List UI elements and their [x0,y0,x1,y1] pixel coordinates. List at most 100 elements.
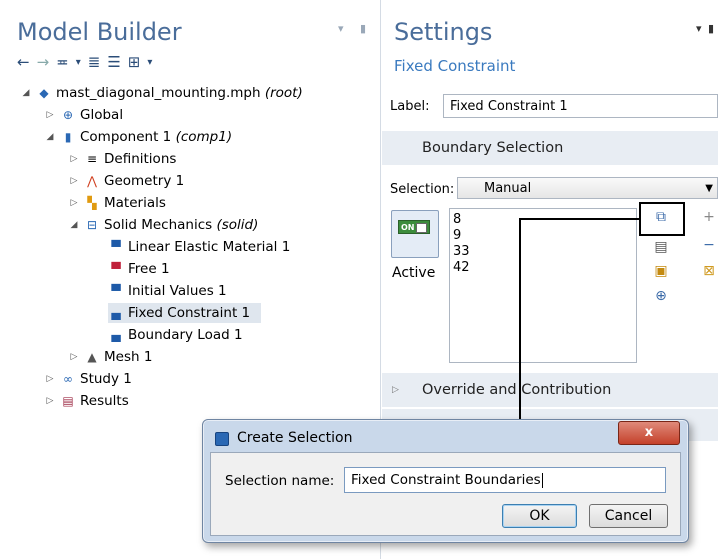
dialog-body: Selection name: Fixed Constraint Boundar… [210,452,681,536]
tree-node[interactable]: ▀ Linear Elastic Material 1 [108,237,290,257]
chevron-down-icon: ▼ [705,182,713,194]
active-label: Active [392,265,436,281]
override-contribution-section[interactable]: ▷ Override and Contribution [382,373,718,407]
materials-icon: ▚ [87,196,97,210]
dialog-title: Create Selection [237,430,353,446]
pin-icon[interactable]: ▮ [708,22,714,35]
collapse-toggle-icon[interactable]: ◢ [44,132,56,142]
ok-button[interactable]: OK [502,504,577,528]
expand-toggle-icon[interactable]: ▷ [44,396,56,406]
copy-icon[interactable]: ▤ [652,238,670,256]
tree-node-label: Component 1 [80,129,172,145]
paste-icon[interactable]: ▣ [652,262,670,280]
tree-node[interactable]: ▷ ▤ Results [44,391,129,411]
component-icon: ▮ [64,130,72,144]
tree-node-tag: (comp1) [175,129,233,145]
boundary-list[interactable]: 8 9 33 42 [449,208,637,363]
expand-toggle-icon[interactable]: ▷ [44,110,56,120]
expand-toggle-icon[interactable]: ▷ [68,176,80,186]
selection-name-label: Selection name: [225,473,335,489]
remove-icon[interactable]: − [700,236,718,254]
list-item[interactable]: 8 [450,212,636,228]
dropdown-icon[interactable]: ▾ [76,57,81,68]
dropdown-icon[interactable]: ▾ [147,57,152,68]
globe-icon: ⊕ [62,108,74,122]
list-item[interactable]: 9 [450,228,636,244]
material-node-icon: ▀ [111,240,121,254]
tree-node[interactable]: ▷ ▚ Materials [68,193,166,213]
add-icon[interactable]: + [700,208,718,226]
close-button[interactable]: x [618,421,680,445]
tree-node-selected[interactable]: ▄ Fixed Constraint 1 [108,303,261,323]
tree-node[interactable]: ◢ ⊟ Solid Mechanics (solid) [68,215,259,235]
back-arrow-icon[interactable]: ← [17,53,30,71]
tree-node[interactable]: ▀ Initial Values 1 [108,281,227,301]
model-builder-title: Model Builder [17,18,182,46]
tree-node-label: Global [80,107,124,123]
settings-title: Settings [394,18,493,46]
free-icon: ▀ [111,262,121,276]
tree-node-label: Solid Mechanics [104,217,213,233]
panel-menu-icon[interactable]: ▾ [338,22,344,35]
callout-line [519,218,639,220]
active-toggle-button[interactable]: ON [391,210,439,258]
settings-subtitle: Fixed Constraint [394,57,516,75]
boundary-node-icon: ▄ [111,328,121,342]
expand-toggle-icon[interactable]: ▷ [68,352,80,362]
forward-arrow-icon[interactable]: → [37,53,50,71]
tree-node[interactable]: ▷ ⊕ Global [44,105,124,125]
cancel-button[interactable]: Cancel [589,504,668,528]
tree-options-icon[interactable]: ⊞ [128,53,141,71]
root-icon: ◆ [39,86,49,100]
tree-node-label: Fixed Constraint 1 [128,305,251,321]
expand-icon[interactable]: ☰ [107,53,120,71]
list-item[interactable]: 33 [450,244,636,260]
section-title: Override and Contribution [422,382,612,398]
pin-icon[interactable]: ▮ [360,22,366,35]
tree-node-label: Geometry 1 [104,173,185,189]
create-selection-dialog: Create Selection x Selection name: Fixed… [202,419,689,543]
tree-node[interactable]: ▷ ≡ Definitions [68,149,177,169]
label-field[interactable]: Fixed Constraint 1 [443,94,718,118]
expand-toggle-icon: ▷ [392,385,399,395]
selection-caption: Selection: [390,182,455,197]
collapse-icon[interactable]: ≣ [88,53,101,71]
tree-node-label: Mesh 1 [104,349,153,365]
selection-value: Manual [484,180,532,196]
tree-node[interactable]: ▀ Free 1 [108,259,170,279]
selection-name-input[interactable]: Fixed Constraint Boundaries [344,467,666,493]
tree-node[interactable]: ▷ ⋀ Geometry 1 [68,171,185,191]
app-icon [215,432,229,446]
solid-mechanics-icon: ⊟ [86,218,98,232]
zoom-to-selection-icon[interactable]: ⊕ [652,287,670,305]
tree-node[interactable]: ◢ ▮ Component 1 (comp1) [44,127,233,147]
panel-menu-icon[interactable]: ▾ [696,22,702,35]
expand-toggle-icon[interactable]: ▷ [44,374,56,384]
list-item[interactable]: 42 [450,260,636,276]
show-icon[interactable]: ≖ [56,53,69,71]
tree-node-label: Results [80,393,129,409]
tree-node-label: Linear Elastic Material 1 [128,239,291,255]
clear-selection-icon[interactable]: ⊠ [700,262,718,280]
results-icon: ▤ [62,394,74,408]
tree-node-label: Definitions [104,151,177,167]
expand-toggle-icon[interactable]: ▷ [68,198,80,208]
tree-node[interactable]: ◢ ◆ mast_diagonal_mounting.mph (root) [20,83,303,103]
expand-toggle-icon[interactable]: ▷ [68,154,80,164]
model-builder-toolbar: ← → ≖ ▾ ≣ ☰ ⊞ ▾ [17,52,152,72]
section-title: Boundary Selection [422,140,564,156]
selection-dropdown[interactable]: Manual ▼ [457,177,718,199]
tree-node-label: Free 1 [128,261,170,277]
callout-line [519,218,521,432]
geometry-icon: ⋀ [87,174,97,188]
collapse-toggle-icon[interactable]: ◢ [68,220,80,230]
collapse-toggle-icon[interactable]: ◢ [20,88,32,98]
selection-name-value: Fixed Constraint Boundaries [351,472,541,488]
tree-node[interactable]: ▷ ∞ Study 1 [44,369,132,389]
tree-node[interactable]: ▄ Boundary Load 1 [108,325,243,345]
boundary-selection-section[interactable]: Boundary Selection [382,131,718,165]
tree-node-tag: (solid) [216,217,259,233]
tree-node-label: Initial Values 1 [128,283,227,299]
tree-node[interactable]: ▷ ▲ Mesh 1 [68,347,153,367]
tree-node-label: Boundary Load 1 [128,327,243,343]
